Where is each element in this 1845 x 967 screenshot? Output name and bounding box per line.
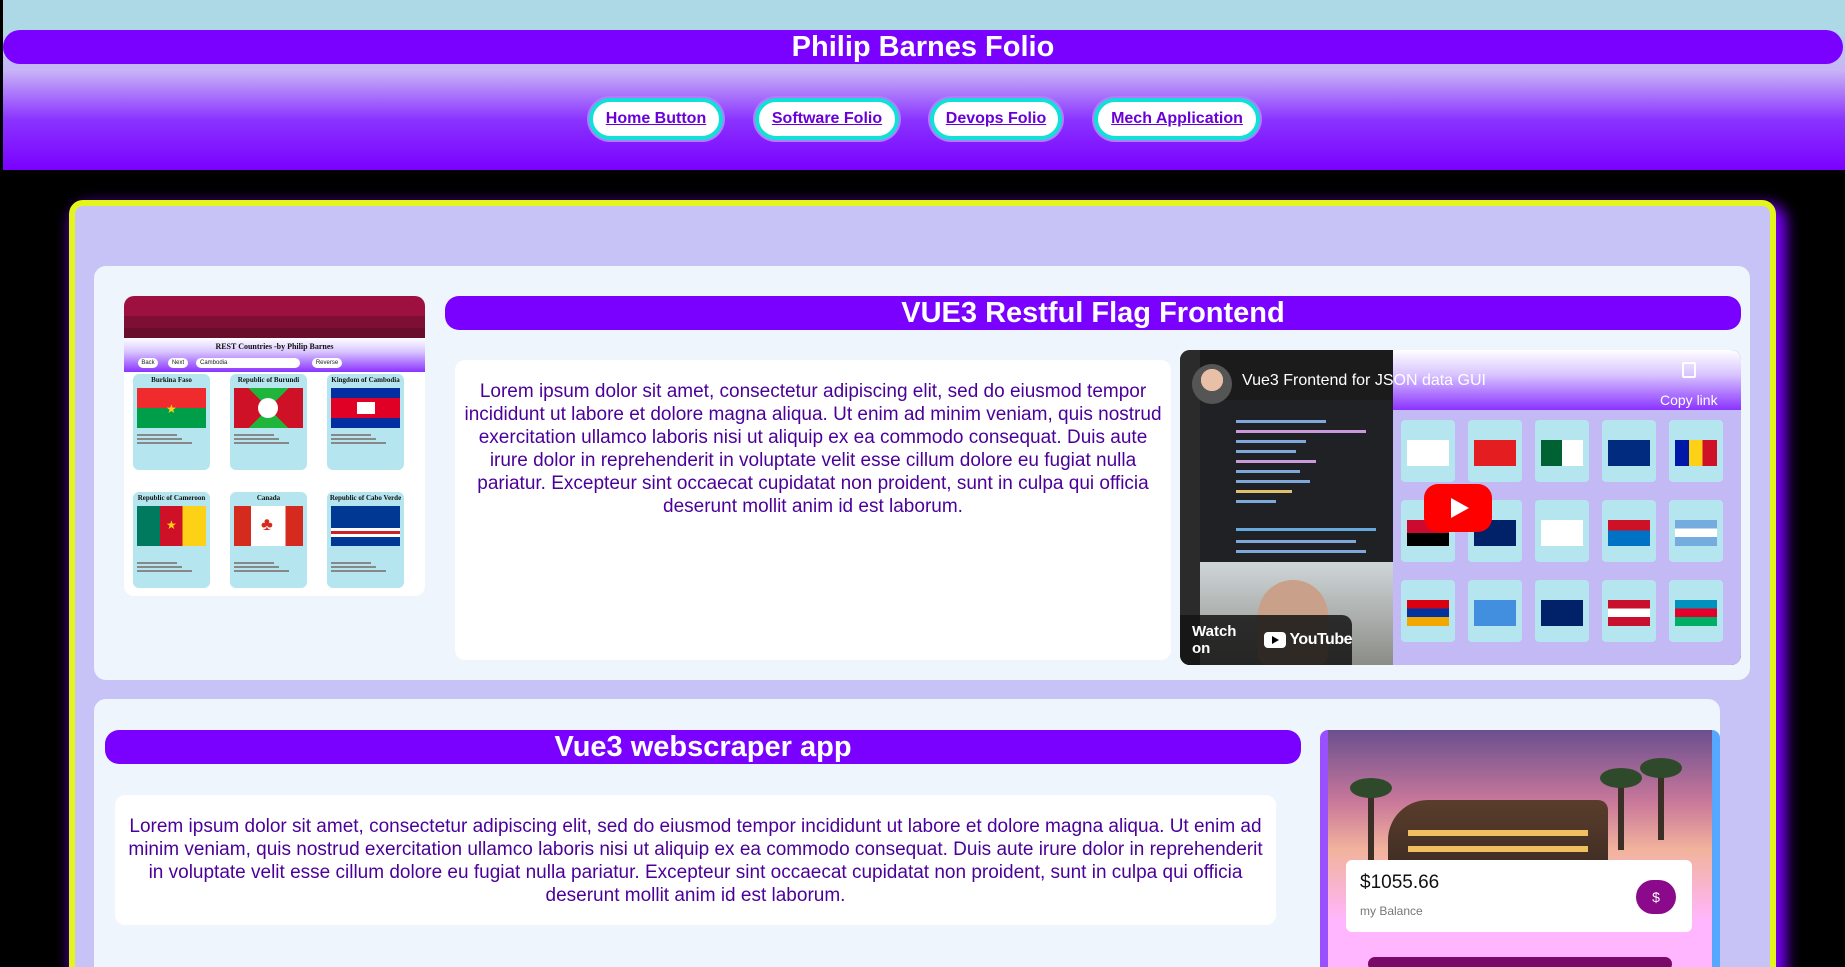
flag-canada: ♣ [234, 506, 303, 546]
flag-app-banner: REST Countries -by Philip Barnes Back Ne… [124, 338, 425, 372]
balance-action-button[interactable] [1368, 957, 1672, 967]
main-nav: Home Button Software Folio Devops Folio … [3, 98, 1845, 142]
country-name: Canada [256, 494, 281, 502]
youtube-logo-icon: YouTube [1264, 631, 1352, 649]
site-header: Philip Barnes Folio Home Button Software… [3, 0, 1845, 170]
country-name: Republic of Burundi [237, 376, 300, 384]
copy-link-label[interactable]: Copy link [1660, 392, 1718, 408]
watch-on-youtube-button[interactable]: Watch on YouTube [1180, 615, 1352, 665]
nav-software-folio-button[interactable]: Software Folio [755, 98, 899, 140]
flag-app-screenshot[interactable]: REST Countries -by Philip Barnes Back Ne… [124, 296, 425, 596]
flag-card: Burkina Faso ★ [133, 374, 210, 470]
flag-cameroon: ★ [137, 506, 206, 546]
flag-card: Kingdom of Cambodia [327, 374, 404, 470]
flag-cabo-verde [331, 506, 400, 546]
country-name: Kingdom of Cambodia [331, 376, 400, 384]
project1-description: Lorem ipsum dolor sit amet, consectetur … [455, 360, 1171, 660]
flag-burkina-faso: ★ [137, 388, 206, 428]
flag-card: Republic of Cameroon ★ [133, 492, 210, 588]
flag-card: Canada ♣ [230, 492, 307, 588]
balance-label: my Balance [1360, 904, 1423, 918]
balance-amount: $1055.66 [1360, 872, 1440, 893]
flag-card: Republic of Burundi [230, 374, 307, 470]
flag-app-reverse: Reverse [312, 358, 342, 368]
nav-home-button[interactable]: Home Button [589, 98, 723, 140]
youtube-embed[interactable]: Vue3 Frontend for JSON data GUI Copy lin… [1180, 350, 1741, 665]
watch-on-label: Watch on [1192, 623, 1237, 657]
flag-card: Republic of Cabo Verde [327, 492, 404, 588]
browser-tabbar [124, 296, 425, 316]
dollar-icon[interactable]: $ [1636, 880, 1676, 914]
nav-devops-folio-button[interactable]: Devops Folio [930, 98, 1062, 140]
project2-description: Lorem ipsum dolor sit amet, consectetur … [115, 795, 1276, 925]
channel-avatar[interactable] [1192, 364, 1232, 404]
nav-mech-application-button[interactable]: Mech Application [1094, 98, 1260, 140]
country-name: Republic of Cabo Verde [329, 494, 402, 502]
browser-bookmarks [124, 328, 425, 338]
site-title: Philip Barnes Folio [3, 30, 1843, 64]
flag-app-next: Next [168, 358, 188, 368]
flag-app-title: REST Countries -by Philip Barnes [215, 342, 334, 351]
copy-link-icon[interactable] [1682, 362, 1696, 378]
browser-urlbar [124, 316, 425, 328]
flag-app-select: Cambodia [196, 358, 300, 368]
flag-app-back: Back [138, 358, 158, 368]
country-name: Burkina Faso [151, 376, 192, 384]
project1-title: VUE3 Restful Flag Frontend [445, 296, 1741, 330]
video-title[interactable]: Vue3 Frontend for JSON data GUI [1242, 372, 1486, 390]
balance-widget: $1055.66 my Balance $ [1346, 860, 1692, 932]
country-name: Republic of Cameroon [137, 494, 206, 502]
flag-burundi [234, 388, 303, 428]
flag-cambodia [331, 388, 400, 428]
youtube-wordmark: YouTube [1289, 631, 1352, 648]
project2-title: Vue3 webscraper app [105, 730, 1301, 764]
play-button[interactable] [1424, 484, 1492, 532]
